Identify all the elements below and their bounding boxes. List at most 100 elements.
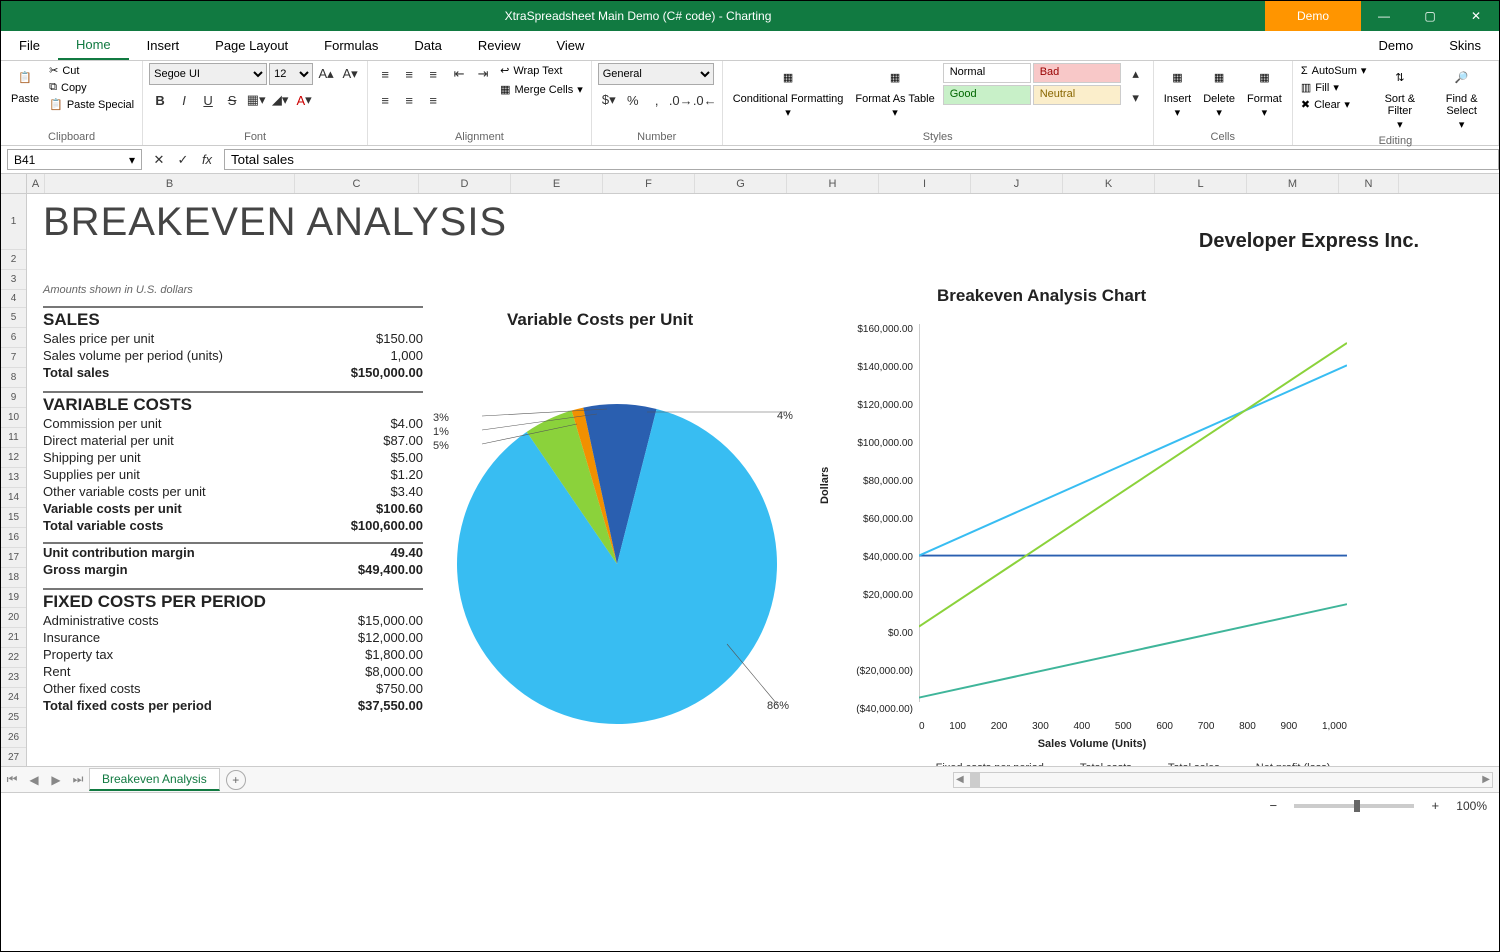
strike-button[interactable]: S	[221, 89, 243, 111]
formula-bar: B41▾ ✕ ✓ fx	[1, 146, 1499, 174]
tab-nav-prev[interactable]: ◀	[23, 773, 45, 787]
font-size-combo[interactable]: 12	[269, 63, 313, 85]
zoom-out-button[interactable]: −	[1262, 795, 1284, 817]
group-styles: ▦ Conditional Formatting▾ ▦ Format As Ta…	[723, 61, 1154, 145]
add-sheet-button[interactable]: +	[226, 770, 246, 790]
tab-demo[interactable]: Demo	[1361, 32, 1432, 59]
minimize-button[interactable]: —	[1361, 1, 1407, 31]
cells-area[interactable]: BREAKEVEN ANALYSIS Developer Express Inc…	[27, 194, 1499, 766]
shrink-font-button[interactable]: A▾	[339, 63, 361, 85]
align-center-button[interactable]: ≡	[398, 89, 420, 111]
fill-button[interactable]: ▥Fill▾	[1299, 80, 1369, 95]
pie-label-1pct: 1%	[433, 426, 449, 438]
row-headers[interactable]: 1234567891011121314151617181920212223242…	[1, 194, 27, 766]
currency-button[interactable]: $▾	[598, 89, 620, 111]
style-bad[interactable]: Bad	[1033, 63, 1121, 83]
tab-nav-next[interactable]: ▶	[45, 773, 67, 787]
tab-home[interactable]: Home	[58, 31, 129, 60]
delete-button[interactable]: ▦Delete▾	[1199, 63, 1239, 121]
tab-skins[interactable]: Skins	[1431, 32, 1499, 59]
align-right-button[interactable]: ≡	[422, 89, 444, 111]
paste-icon: 📋	[12, 65, 38, 91]
zoom-in-button[interactable]: +	[1424, 795, 1446, 817]
status-bar: − + 100%	[1, 792, 1499, 818]
decrease-decimal-button[interactable]: .0←	[694, 89, 716, 111]
format-icon: ▦	[1251, 65, 1277, 91]
styles-scroll-down[interactable]: ▾	[1125, 87, 1147, 109]
decrease-indent-button[interactable]: ⇤	[448, 63, 470, 85]
formula-input[interactable]	[224, 149, 1499, 170]
merge-cells-button[interactable]: ▦Merge Cells▾	[498, 82, 585, 97]
demo-button[interactable]: Demo	[1265, 1, 1361, 31]
italic-button[interactable]: I	[173, 89, 195, 111]
font-color-button[interactable]: A▾	[293, 89, 315, 111]
borders-button[interactable]: ▦▾	[245, 89, 267, 111]
fill-color-button[interactable]: ◢▾	[269, 89, 291, 111]
clear-button[interactable]: ✖Clear▾	[1299, 97, 1369, 112]
wrap-text-button[interactable]: ↩Wrap Text	[498, 63, 585, 78]
pie-label-86pct: 86%	[767, 700, 789, 712]
increase-decimal-button[interactable]: .0→	[670, 89, 692, 111]
x-axis-ticks: 01002003004005006007008009001,000	[919, 721, 1347, 732]
tab-data[interactable]: Data	[396, 32, 459, 59]
tab-nav-first[interactable]: ⏮	[1, 772, 23, 787]
pie-chart-title: Variable Costs per Unit	[507, 310, 693, 330]
sheet-tab-breakeven[interactable]: Breakeven Analysis	[89, 768, 220, 791]
zoom-slider[interactable]	[1294, 804, 1414, 808]
pie-label-3pct: 3%	[433, 412, 449, 424]
copy-button[interactable]: ⧉Copy	[47, 80, 136, 95]
find-select-button[interactable]: 🔎Find & Select▾	[1431, 63, 1492, 133]
bold-button[interactable]: B	[149, 89, 171, 111]
cancel-formula-button[interactable]: ✕	[148, 149, 170, 171]
tab-insert[interactable]: Insert	[129, 32, 198, 59]
paste-special-button[interactable]: 📋Paste Special	[47, 97, 136, 112]
grow-font-button[interactable]: A▴	[315, 63, 337, 85]
align-left-button[interactable]: ≡	[374, 89, 396, 111]
autosum-button[interactable]: ΣAutoSum▾	[1299, 63, 1369, 78]
align-bottom-button[interactable]: ≡	[422, 63, 444, 85]
tab-view[interactable]: View	[538, 32, 602, 59]
group-alignment: ≡ ≡ ≡ ≡ ≡ ≡ ⇤ ⇥ ↩Wrap Text ▦Merg	[368, 61, 592, 145]
conditional-formatting-button[interactable]: ▦ Conditional Formatting▾	[729, 63, 848, 121]
increase-indent-button[interactable]: ⇥	[472, 63, 494, 85]
tab-nav-last[interactable]: ⏭	[67, 772, 89, 787]
style-neutral[interactable]: Neutral	[1033, 85, 1121, 105]
chevron-down-icon: ▾	[129, 153, 135, 167]
sort-filter-button[interactable]: ⇅Sort & Filter▾	[1372, 63, 1427, 133]
group-cells: ▦Insert▾ ▦Delete▾ ▦Format▾ Cells	[1154, 61, 1293, 145]
underline-button[interactable]: U	[197, 89, 219, 111]
merge-icon: ▦	[500, 83, 510, 96]
comma-button[interactable]: ,	[646, 89, 668, 111]
enter-formula-button[interactable]: ✓	[172, 149, 194, 171]
select-all-corner[interactable]	[1, 174, 27, 194]
sort-icon: ⇅	[1387, 65, 1413, 91]
insert-button[interactable]: ▦Insert▾	[1160, 63, 1196, 121]
format-button[interactable]: ▦Format▾	[1243, 63, 1286, 121]
fx-button[interactable]: fx	[196, 149, 218, 171]
close-button[interactable]: ✕	[1453, 1, 1499, 31]
wrap-icon: ↩	[500, 64, 509, 77]
align-middle-button[interactable]: ≡	[398, 63, 420, 85]
tab-formulas[interactable]: Formulas	[306, 32, 396, 59]
tab-page-layout[interactable]: Page Layout	[197, 32, 306, 59]
cut-button[interactable]: ✂Cut	[47, 63, 136, 78]
column-headers[interactable]: ABCDEFGHIJKLMN	[27, 174, 1499, 194]
styles-scroll-up[interactable]: ▴	[1125, 63, 1147, 85]
spreadsheet-grid[interactable]: ABCDEFGHIJKLMN 1234567891011121314151617…	[1, 174, 1499, 766]
number-format-combo[interactable]: General	[598, 63, 714, 85]
style-normal[interactable]: Normal	[943, 63, 1031, 83]
name-box[interactable]: B41▾	[7, 149, 142, 170]
tab-file[interactable]: File	[1, 32, 58, 59]
pie-label-4pct: 4%	[777, 410, 793, 422]
align-top-button[interactable]: ≡	[374, 63, 396, 85]
insert-icon: ▦	[1164, 65, 1190, 91]
style-good[interactable]: Good	[943, 85, 1031, 105]
line-plot	[919, 324, 1347, 702]
format-as-table-button[interactable]: ▦ Format As Table▾	[851, 63, 938, 121]
font-name-combo[interactable]: Segoe UI	[149, 63, 267, 85]
maximize-button[interactable]: ▢	[1407, 1, 1453, 31]
h-scrollbar[interactable]: ◀ ▶	[953, 772, 1493, 788]
percent-button[interactable]: %	[622, 89, 644, 111]
paste-button[interactable]: 📋 Paste	[7, 63, 43, 107]
tab-review[interactable]: Review	[460, 32, 539, 59]
